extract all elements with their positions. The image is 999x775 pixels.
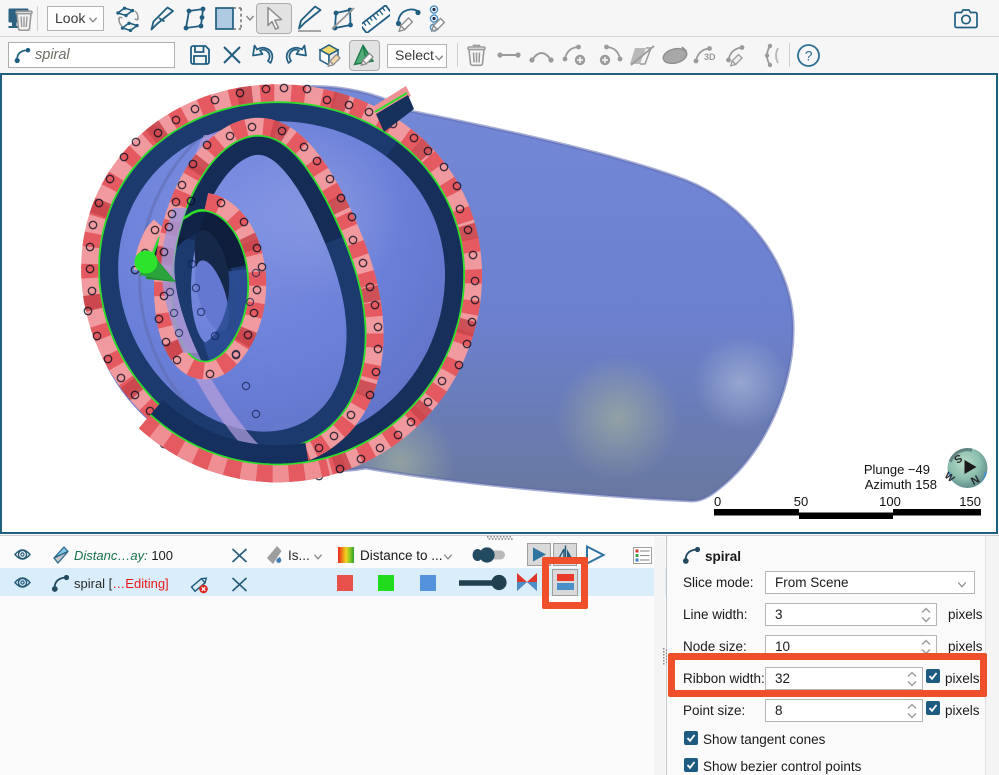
svg-text:50: 50 <box>794 494 808 509</box>
svg-text:Plunge −49: Plunge −49 <box>864 462 930 477</box>
svg-text:3D: 3D <box>704 52 716 62</box>
svg-text:0: 0 <box>714 494 721 509</box>
svg-text:100: 100 <box>879 494 901 509</box>
svg-text:?: ? <box>805 48 813 64</box>
svg-text:150: 150 <box>959 494 981 509</box>
svg-text:Azimuth 158: Azimuth 158 <box>865 477 937 492</box>
